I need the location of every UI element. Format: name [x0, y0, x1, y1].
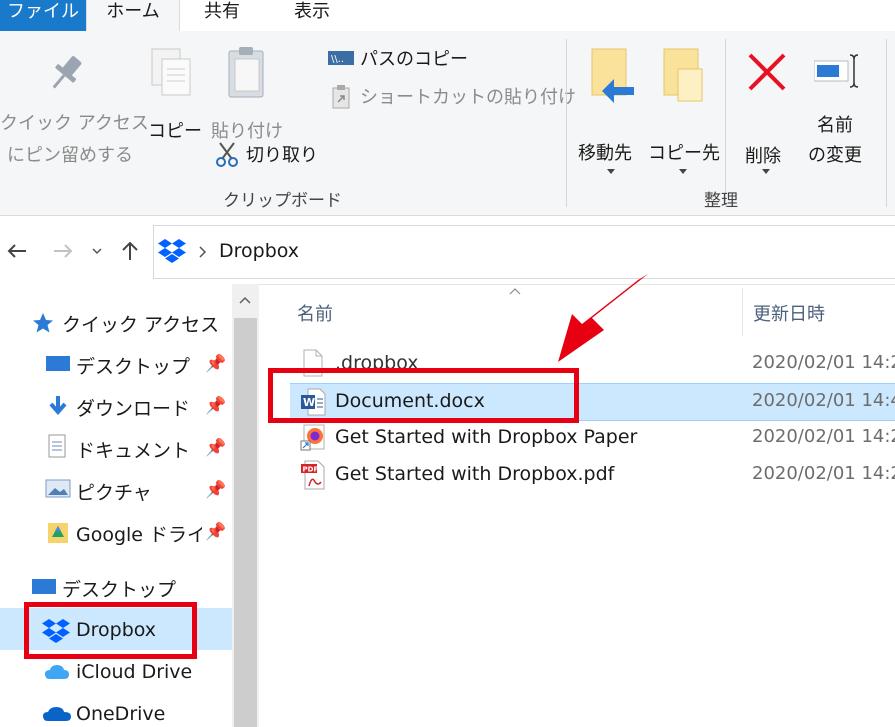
address-bar[interactable]: Dropbox: [153, 225, 895, 279]
scroll-up-arrow-icon[interactable]: [239, 296, 251, 304]
nav-item-documents[interactable]: ドキュメント: [76, 436, 190, 463]
pdf-file-icon: PDF: [301, 460, 325, 490]
pin-label-line2: にピン留めする: [7, 145, 133, 166]
cut-label: 切り取り: [246, 145, 318, 166]
organize-group-label: 整理: [704, 191, 738, 211]
file-name: Get Started with Dropbox.pdf: [335, 463, 615, 485]
copy-to-button[interactable]: コピー先: [648, 39, 720, 174]
move-to-icon: [591, 48, 634, 103]
breadcrumb-dropbox[interactable]: Dropbox: [219, 240, 299, 262]
pushpin-icon: [52, 56, 82, 89]
forward-arrow-icon[interactable]: [52, 242, 74, 260]
pin-to-quick-access-button[interactable]: クイック アクセス にピン留めする: [0, 39, 149, 179]
highlight-box-dropbox: [24, 602, 197, 659]
svg-text:\\..: \\..: [331, 54, 344, 65]
download-arrow-icon: [49, 396, 67, 416]
move-to-dropdown-icon: [607, 169, 615, 174]
sidebar-scrollbar-thumb[interactable]: [234, 318, 257, 727]
clipboard-icon: [228, 47, 264, 98]
copy-label: コピー: [148, 121, 202, 142]
recent-locations-chevron-icon[interactable]: [91, 246, 103, 256]
up-arrow-icon[interactable]: [120, 240, 140, 262]
paste-button[interactable]: 貼り付け: [210, 39, 288, 149]
scissors-icon: [216, 142, 238, 167]
nav-item-downloads[interactable]: ダウンロード: [76, 394, 190, 421]
copy-to-icon: [663, 48, 703, 102]
copy-to-dropdown-icon: [679, 169, 687, 174]
nav-item-onedrive[interactable]: OneDrive: [76, 703, 165, 725]
document-icon: [48, 434, 66, 458]
tab-file[interactable]: ファイル: [0, 0, 86, 31]
ribbon: クイック アクセス にピン留めする コピー 貼り付け \\.. パスのコピー シ…: [0, 31, 895, 216]
pictures-icon: [45, 479, 71, 498]
file-row-dropbox-pdf[interactable]: PDF Get Started with Dropbox.pdf 2020/02…: [290, 457, 895, 494]
rename-button[interactable]: 名前 の変更: [800, 39, 880, 179]
red-arrow-icon: [558, 274, 648, 362]
cut-button[interactable]: 切り取り: [212, 139, 322, 169]
ribbon-tab-bar: ファイル ホーム 共有 表示: [0, 0, 895, 32]
paste-shortcut-label: ショートカットの貼り付け: [360, 87, 576, 108]
group-separator: [566, 39, 567, 207]
copy-icon: [151, 48, 191, 96]
file-row-dropbox-paper[interactable]: Get Started with Dropbox Paper 2020/02/0…: [290, 420, 895, 457]
breadcrumb-chevron-icon: [199, 246, 207, 258]
back-arrow-icon[interactable]: [6, 242, 28, 260]
nav-item-pictures[interactable]: ピクチャ: [76, 478, 152, 505]
nav-item-icloud-drive[interactable]: iCloud Drive: [76, 661, 192, 683]
google-drive-icon: [48, 523, 68, 543]
group-separator: [725, 39, 726, 207]
dropbox-icon: [158, 239, 186, 263]
rename-label-line2: の変更: [808, 145, 862, 166]
onedrive-cloud-icon: [43, 707, 71, 721]
icloud-icon: [45, 665, 69, 679]
rename-label-line1: 名前: [817, 115, 853, 136]
highlight-box-document: [268, 368, 579, 423]
file-date: 2020/02/01 14:4: [752, 390, 895, 411]
star-icon: [33, 313, 53, 333]
pin-icon: 📌: [205, 354, 227, 374]
pin-icon: 📌: [205, 438, 227, 458]
nav-quick-access[interactable]: クイック アクセス: [62, 310, 219, 337]
tab-view[interactable]: 表示: [280, 0, 344, 31]
file-date: 2020/02/01 14:2: [752, 426, 895, 447]
clipboard-group-label: クリップボード: [223, 191, 342, 211]
delete-x-icon: [748, 53, 786, 91]
move-to-button[interactable]: 移動先: [576, 39, 646, 174]
delete-label: 削除: [745, 146, 781, 167]
sort-ascending-icon: [509, 288, 521, 295]
rename-icon: [814, 54, 859, 88]
column-divider[interactable]: [742, 288, 743, 336]
paste-shortcut-icon: [332, 85, 350, 109]
pin-icon: 📌: [205, 480, 227, 500]
paste-shortcut-button[interactable]: ショートカットの貼り付け: [326, 83, 576, 111]
nav-item-google-drive[interactable]: Google ドライブ: [76, 520, 202, 547]
desktop-icon: [46, 356, 70, 371]
move-to-label: 移動先: [578, 143, 632, 164]
column-header-date-modified[interactable]: 更新日時: [753, 300, 825, 326]
pin-icon: 📌: [205, 396, 227, 416]
column-header-name[interactable]: 名前: [297, 300, 333, 326]
svg-text:PDF: PDF: [303, 466, 319, 474]
pin-icon: 📌: [205, 522, 227, 542]
file-name: Get Started with Dropbox Paper: [335, 426, 638, 448]
copy-path-button[interactable]: \\.. パスのコピー: [326, 45, 486, 73]
nav-item-desktop[interactable]: デスクトップ: [76, 352, 190, 379]
pin-label-line1: クイック アクセス: [0, 113, 149, 134]
copy-to-label: コピー先: [648, 143, 720, 164]
file-date: 2020/02/01 14:2: [752, 352, 895, 373]
copy-path-icon: \\..: [328, 51, 354, 65]
web-shortcut-icon: [300, 424, 325, 451]
file-date: 2020/02/01 14:2: [752, 463, 895, 484]
copy-path-label: パスのコピー: [360, 49, 468, 70]
tab-share[interactable]: 共有: [190, 0, 254, 31]
delete-button[interactable]: 削除: [740, 39, 794, 174]
tab-home[interactable]: ホーム: [86, 0, 180, 32]
nav-desktop[interactable]: デスクトップ: [62, 575, 176, 602]
delete-dropdown-icon: [762, 169, 770, 174]
copy-button[interactable]: コピー: [144, 39, 202, 149]
navigation-pane: クイック アクセス デスクトップ 📌 ダウンロード 📌 ドキュメント 📌 ピクチ…: [0, 284, 232, 727]
desktop-icon: [32, 579, 56, 594]
group-separator: [886, 39, 887, 207]
